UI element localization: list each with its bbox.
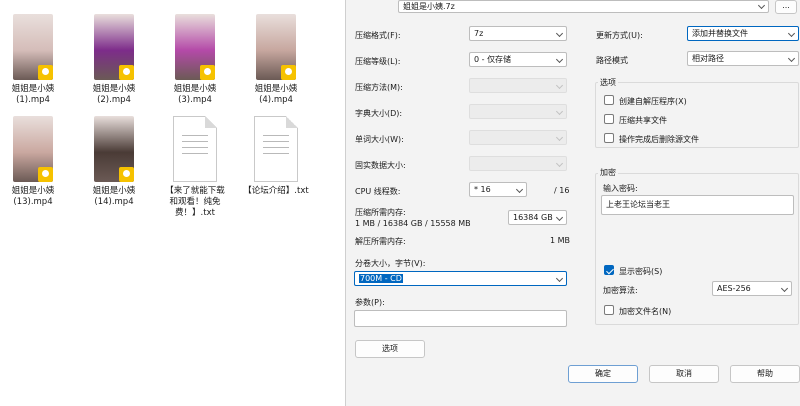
chevron-down-icon [555, 29, 564, 38]
update-label: 更新方式(U): [596, 31, 643, 40]
sfx-checkbox[interactable] [604, 95, 614, 105]
params-label: 参数(P): [355, 298, 385, 307]
player-badge-icon [38, 65, 53, 80]
level-combo[interactable]: 0 - 仅存储 [469, 52, 567, 67]
path-value: 相对路径 [692, 54, 724, 63]
encrypt-method-label: 加密算法: [603, 286, 638, 295]
player-badge-icon [119, 65, 134, 80]
player-badge-icon [38, 167, 53, 182]
cpu-value: * 16 [474, 185, 491, 194]
delete-label: 操作完成后删除源文件 [619, 135, 699, 144]
format-combo[interactable]: 7z [469, 26, 567, 41]
screen: 姐姐是小姨 (1).mp4 姐姐是小姨 (2).mp4 姐姐是小姨 (3).mp… [0, 0, 800, 406]
params-input[interactable] [354, 310, 567, 327]
video-thumbnail [175, 14, 215, 80]
mem-comp-detail: 1 MB / 16384 GB / 15558 MB [355, 219, 471, 228]
chevron-down-icon [555, 213, 564, 222]
file-name: 姐姐是小姨 (14).mp4 [92, 186, 136, 207]
path-label: 路径模式 [596, 56, 628, 65]
video-thumbnail [256, 14, 296, 80]
chevron-down-icon [555, 159, 564, 168]
file-name: 【论坛介绍】.txt [243, 186, 309, 196]
archive-name-combo[interactable]: 姐姐是小姨.7z [398, 0, 769, 13]
chevron-down-icon [555, 81, 564, 90]
file-explorer: 姐姐是小姨 (1).mp4 姐姐是小姨 (2).mp4 姐姐是小姨 (3).mp… [0, 0, 345, 406]
show-password-label: 显示密码(S) [619, 267, 663, 276]
cpu-total: / 16 [554, 186, 570, 195]
encrypt-names-checkbox[interactable] [604, 305, 614, 315]
cancel-button[interactable]: 取消 [649, 365, 719, 383]
password-input[interactable]: 上老王论坛当老王 [601, 195, 794, 215]
method-combo[interactable] [469, 78, 567, 93]
chevron-down-icon [780, 284, 789, 293]
split-label: 分卷大小，字节(V): [355, 259, 426, 268]
file-name: 姐姐是小姨 (3).mp4 [173, 84, 217, 105]
encrypt-group-title: 加密 [598, 167, 618, 178]
options-button[interactable]: 选项 [355, 340, 425, 358]
player-badge-icon [200, 65, 215, 80]
split-value: 700M - CD [359, 274, 403, 283]
chevron-down-icon [787, 54, 796, 63]
encrypt-names-label: 加密文件名(N) [619, 307, 672, 316]
word-label: 单词大小(W): [355, 135, 404, 144]
chevron-down-icon [555, 55, 564, 64]
show-password-checkbox[interactable] [604, 265, 614, 275]
mem-decomp-label: 解压所需内存: [355, 237, 406, 246]
chevron-down-icon [555, 274, 564, 283]
chevron-down-icon [515, 185, 524, 194]
help-button[interactable]: 帮助 [730, 365, 800, 383]
cpu-combo[interactable]: * 16 [469, 182, 527, 197]
file-name: 【来了就能下载 和观看！纯免 费！】.txt [165, 186, 225, 218]
level-value: 0 - 仅存储 [474, 55, 512, 64]
mem-decomp-value: 1 MB [550, 236, 571, 245]
video-thumbnail [94, 116, 134, 182]
file-name: 姐姐是小姨 (1).mp4 [11, 84, 55, 105]
format-label: 压缩格式(F): [355, 31, 401, 40]
delete-checkbox[interactable] [604, 133, 614, 143]
encrypt-method-value: AES-256 [717, 284, 751, 293]
browse-button[interactable]: ... [775, 0, 797, 14]
player-badge-icon [281, 65, 296, 80]
cpu-label: CPU 线程数: [355, 187, 401, 196]
method-label: 压缩方法(M): [355, 83, 403, 92]
ok-button[interactable]: 确定 [568, 365, 638, 383]
password-label: 输入密码: [603, 184, 638, 193]
text-file-icon [173, 116, 217, 182]
encrypt-method-combo[interactable]: AES-256 [712, 281, 792, 296]
chevron-down-icon [555, 107, 564, 116]
chevron-down-icon [757, 1, 766, 10]
mem-comp-combo[interactable]: 16384 GB [508, 210, 567, 225]
chevron-down-icon [555, 133, 564, 142]
word-combo[interactable] [469, 130, 567, 145]
file-name: 姐姐是小姨 (13).mp4 [11, 186, 55, 207]
archive-name-value: 姐姐是小姨.7z [403, 2, 455, 11]
level-label: 压缩等级(L): [355, 57, 401, 66]
add-to-archive-dialog: 姐姐是小姨.7z ... 压缩格式(F): 7z 压缩等级(L): 0 - 仅存… [345, 0, 800, 406]
dict-combo[interactable] [469, 104, 567, 119]
update-combo[interactable]: 添加并替换文件 [687, 26, 799, 41]
video-thumbnail [13, 14, 53, 80]
update-value: 添加并替换文件 [692, 29, 748, 38]
video-thumbnail [94, 14, 134, 80]
format-value: 7z [474, 29, 484, 38]
dict-label: 字典大小(D): [355, 109, 403, 118]
options-group-title: 选项 [598, 77, 618, 88]
split-combo[interactable]: 700M - CD [354, 271, 567, 286]
solid-combo[interactable] [469, 156, 567, 171]
shared-checkbox[interactable] [604, 114, 614, 124]
path-combo[interactable]: 相对路径 [687, 51, 799, 66]
video-thumbnail [13, 116, 53, 182]
sfx-label: 创建自解压程序(X) [619, 97, 687, 106]
file-name: 姐姐是小姨 (4).mp4 [254, 84, 298, 105]
mem-comp-label: 压缩所需内存: [355, 208, 406, 217]
solid-label: 固实数据大小: [355, 161, 406, 170]
mem-comp-value: 16384 GB [513, 213, 553, 222]
chevron-down-icon [787, 29, 796, 38]
shared-label: 压缩共享文件 [619, 116, 667, 125]
file-name: 姐姐是小姨 (2).mp4 [92, 84, 136, 105]
text-file-icon [254, 116, 298, 182]
player-badge-icon [119, 167, 134, 182]
